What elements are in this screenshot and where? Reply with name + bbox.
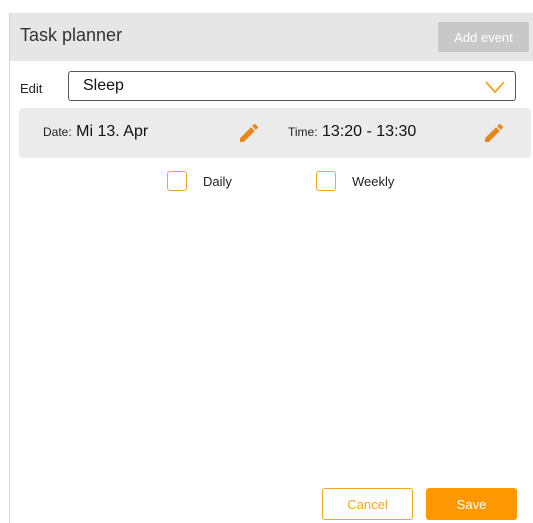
add-event-button[interactable]: Add event: [438, 22, 529, 52]
header-bar: Task planner Add event: [10, 13, 533, 61]
event-select-value: Sleep: [83, 77, 124, 94]
edit-label: Edit: [20, 81, 43, 96]
weekly-checkbox[interactable]: [316, 171, 336, 191]
daily-option[interactable]: Daily: [167, 170, 232, 192]
time-label: Time:: [288, 125, 318, 139]
task-planner-dialog: Task planner Add event Edit Sleep Date: …: [9, 13, 533, 523]
date-value: Mi 13. Apr: [76, 123, 149, 140]
event-select[interactable]: Sleep: [68, 71, 516, 101]
time-value: 13:20 - 13:30: [322, 123, 417, 140]
time-group: Time: 13:20 - 13:30: [288, 123, 416, 141]
save-button[interactable]: Save: [426, 488, 517, 520]
pencil-icon[interactable]: [237, 121, 261, 145]
daily-checkbox[interactable]: [167, 171, 187, 191]
weekly-label: Weekly: [352, 173, 395, 189]
weekly-option[interactable]: Weekly: [316, 170, 394, 192]
chevron-down-icon: [485, 81, 505, 94]
date-label: Date:: [43, 125, 72, 139]
cancel-button[interactable]: Cancel: [322, 488, 413, 520]
pencil-icon[interactable]: [482, 121, 506, 145]
event-details-card: Date: Mi 13. Apr Time: 13:20 - 13:30: [19, 108, 531, 158]
page-title: Task planner: [20, 25, 123, 45]
date-group: Date: Mi 13. Apr: [43, 123, 148, 141]
daily-label: Daily: [203, 173, 232, 189]
